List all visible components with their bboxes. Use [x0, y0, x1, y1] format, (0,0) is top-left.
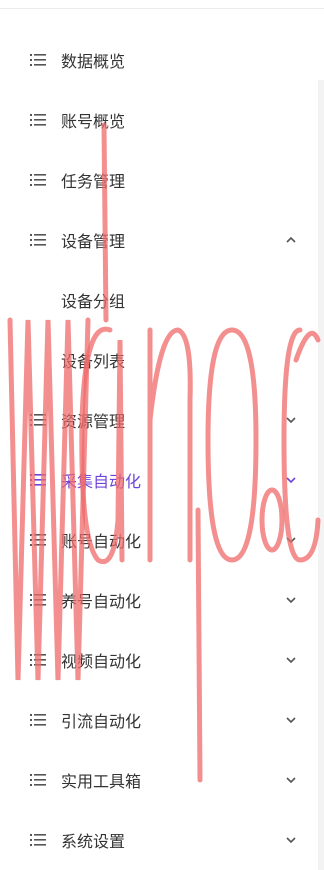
- list-icon: [30, 114, 46, 126]
- chevron-up-icon: [286, 236, 296, 243]
- chevron-down-icon: [286, 417, 296, 424]
- list-icon: [30, 534, 46, 546]
- menu-item-toolbox[interactable]: 实用工具箱: [0, 750, 318, 810]
- menu-item-system-settings[interactable]: 系统设置: [0, 810, 318, 870]
- menu-item-label: 设备分组: [61, 292, 126, 311]
- list-icon: [30, 234, 46, 246]
- chevron-down-icon: [286, 657, 296, 664]
- sidebar-menu: 数据概览 账号概览 任务管理 设备管理 设备分组 设备列表 资源管理 采集自动化…: [0, 0, 318, 870]
- list-icon: [30, 54, 46, 66]
- menu-item-data-overview[interactable]: 数据概览: [0, 30, 318, 90]
- scrollbar-track[interactable]: [318, 80, 324, 870]
- menu-item-label: 资源管理: [61, 412, 126, 431]
- list-icon: [30, 474, 46, 486]
- menu-item-task-management[interactable]: 任务管理: [0, 150, 318, 210]
- list-icon: [30, 714, 46, 726]
- list-icon: [30, 834, 46, 846]
- menu-item-device-management[interactable]: 设备管理: [0, 210, 318, 270]
- menu-item-traffic-automation[interactable]: 引流自动化: [0, 690, 318, 750]
- chevron-down-icon: [286, 537, 296, 544]
- chevron-down-icon: [286, 777, 296, 784]
- chevron-down-icon: [286, 837, 296, 844]
- list-icon: [30, 774, 46, 786]
- menu-item-label: 数据概览: [61, 52, 126, 71]
- chevron-down-icon: [286, 477, 296, 484]
- menu-item-label: 引流自动化: [61, 712, 142, 731]
- menu-item-account-overview[interactable]: 账号概览: [0, 90, 318, 150]
- menu-item-resource-management[interactable]: 资源管理: [0, 390, 318, 450]
- menu-item-label: 系统设置: [61, 832, 126, 851]
- list-icon: [30, 654, 46, 666]
- submenu-item-device-list[interactable]: 设备列表: [0, 330, 318, 390]
- menu-item-label: 养号自动化: [61, 592, 142, 611]
- list-icon: [30, 174, 46, 186]
- menu-item-label: 任务管理: [61, 172, 126, 191]
- submenu-item-device-group[interactable]: 设备分组: [0, 270, 318, 330]
- menu-item-label: 账号自动化: [61, 532, 142, 551]
- menu-item-collect-automation[interactable]: 采集自动化: [0, 450, 318, 510]
- menu-item-account-automation[interactable]: 账号自动化: [0, 510, 318, 570]
- chevron-down-icon: [286, 597, 296, 604]
- menu-item-label: 设备管理: [61, 232, 126, 251]
- menu-item-nurture-automation[interactable]: 养号自动化: [0, 570, 318, 630]
- menu-item-label: 采集自动化: [61, 472, 142, 491]
- menu-item-label: 账号概览: [61, 112, 126, 131]
- chevron-down-icon: [286, 717, 296, 724]
- menu-item-label: 设备列表: [61, 352, 126, 371]
- menu-item-video-automation[interactable]: 视频自动化: [0, 630, 318, 690]
- list-icon: [30, 594, 46, 606]
- list-icon: [30, 414, 46, 426]
- menu-item-label: 视频自动化: [61, 652, 142, 671]
- menu-item-label: 实用工具箱: [61, 772, 142, 791]
